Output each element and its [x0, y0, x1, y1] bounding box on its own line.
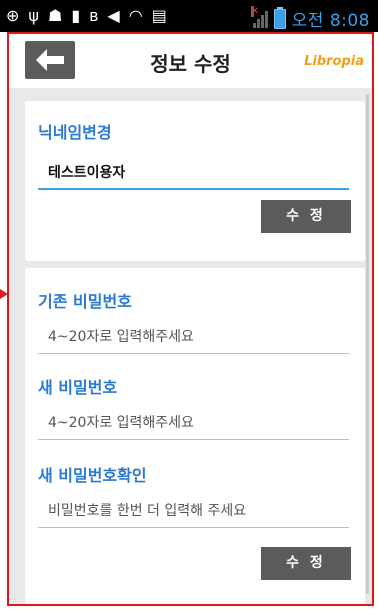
scrollbar[interactable]	[366, 94, 369, 594]
app-header: 정보 수정 Libropia	[9, 34, 372, 88]
current-password-input[interactable]	[38, 320, 349, 354]
bluetooth-icon: ʙ	[89, 6, 99, 25]
wifi-icon: ◠	[128, 6, 143, 25]
usb-icon: ψ	[28, 6, 39, 25]
new-password-input[interactable]	[38, 406, 349, 440]
password-save-button[interactable]: 수 정	[261, 547, 351, 580]
content-area[interactable]: 닉네임변경 수 정 기존 비밀번호 새 비밀번호 새 비밀번호확인 수 정	[9, 88, 372, 604]
status-time: 오전 8:08	[291, 11, 370, 31]
add-icon: ⊕	[6, 6, 20, 25]
nickname-save-button[interactable]: 수 정	[261, 200, 351, 233]
status-bar: ⊕ ψ ☗ ▮ ʙ ◀ ◠ ▤ ✕ 오전 8:08	[0, 0, 378, 32]
mute-icon: ◀	[107, 6, 120, 25]
status-icons: ⊕ ψ ☗ ▮ ʙ ◀ ◠ ▤	[6, 7, 167, 25]
battery-mini-icon: ▮	[71, 6, 81, 25]
confirm-password-label: 새 비밀번호확인	[38, 466, 147, 485]
nickname-label: 닉네임변경	[38, 123, 112, 142]
no-sim-icon: ▤	[151, 6, 167, 25]
new-password-label: 새 비밀번호	[38, 378, 118, 397]
nickname-card: 닉네임변경 수 정	[25, 101, 365, 261]
password-card: 기존 비밀번호 새 비밀번호 새 비밀번호확인 수 정	[25, 268, 365, 604]
current-password-label: 기존 비밀번호	[38, 292, 132, 311]
confirm-password-input[interactable]	[38, 494, 349, 528]
nickname-input[interactable]	[38, 156, 349, 190]
battery-icon	[273, 6, 286, 29]
brand-logo: Libropia	[304, 54, 364, 69]
android-debug-icon: ☗	[47, 6, 63, 25]
signal-icon: ✕	[250, 5, 268, 28]
highlight-arrow-icon	[0, 289, 8, 299]
